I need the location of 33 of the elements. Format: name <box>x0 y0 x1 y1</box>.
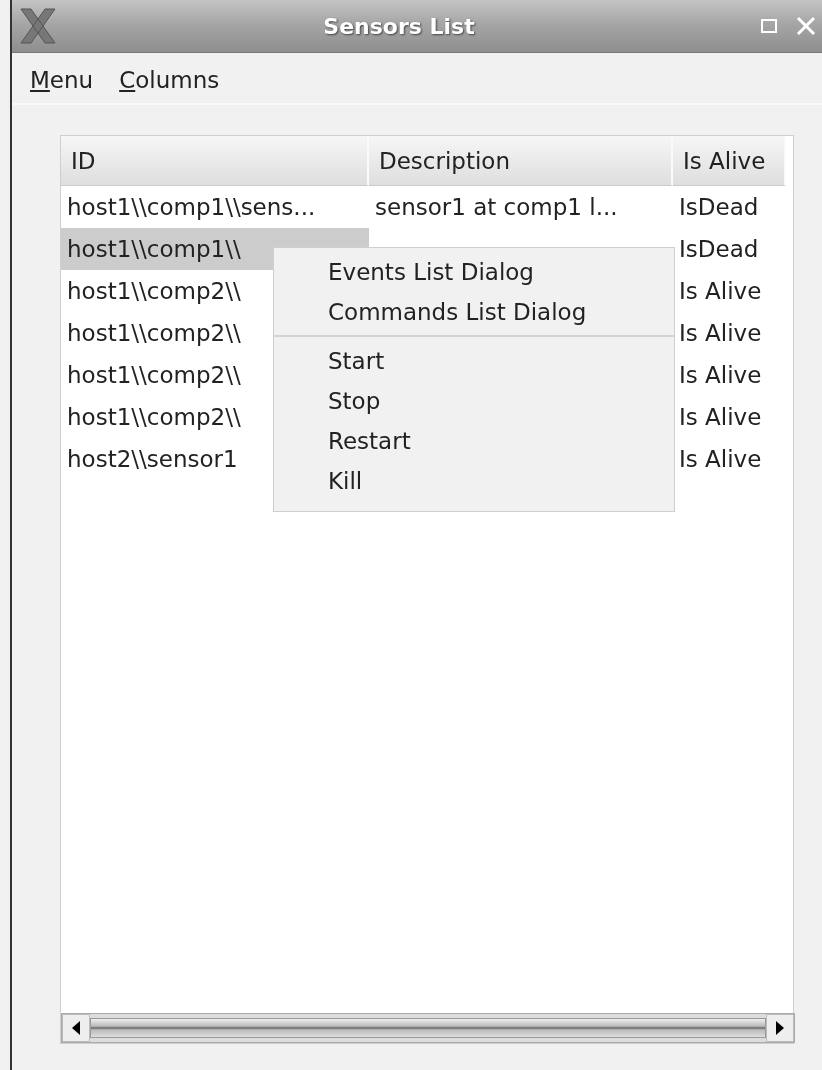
table-cell: Is Alive <box>679 320 762 346</box>
table-cell: Is Alive <box>679 404 762 430</box>
table-cell: host2\\sensor1 <box>67 446 238 472</box>
column-header[interactable]: ID <box>61 136 369 186</box>
table-cell: host1\\comp1\\sens... <box>67 194 316 220</box>
horizontal-scrollbar[interactable] <box>61 1013 795 1043</box>
context-menu-item[interactable]: Restart <box>274 421 674 461</box>
context-menu-item[interactable]: Events List Dialog <box>274 252 674 292</box>
close-icon[interactable] <box>796 16 816 36</box>
menu-item[interactable]: Columns <box>119 67 220 93</box>
table-cell: host1\\comp2\\ <box>67 320 241 346</box>
table-cell: host1\\comp1\\ <box>67 236 241 262</box>
column-header[interactable]: Is Alive <box>673 136 786 186</box>
left-arrow-icon[interactable] <box>71 1021 81 1035</box>
table-cell: Is Alive <box>679 362 762 388</box>
table-cell: Is Alive <box>679 278 762 304</box>
table-cell: host1\\comp2\\ <box>67 278 241 304</box>
table-cell: IsDead <box>679 236 759 262</box>
table-cell: Is Alive <box>679 446 762 472</box>
x-logo-icon <box>18 7 58 45</box>
column-header[interactable]: Description <box>369 136 673 186</box>
table-cell: sensor1 at comp1 l... <box>375 194 618 220</box>
table-cell: host1\\comp2\\ <box>67 362 241 388</box>
context-menu-item[interactable]: Start <box>274 341 674 381</box>
right-arrow-icon[interactable] <box>775 1021 785 1035</box>
table-cell: host1\\comp2\\ <box>67 404 241 430</box>
context-menu-item[interactable]: Stop <box>274 381 674 421</box>
maximize-icon[interactable] <box>760 17 778 35</box>
table-cell: IsDead <box>679 194 759 220</box>
context-menu-item[interactable]: Kill <box>274 461 674 501</box>
menu-item[interactable]: Menu <box>30 67 94 93</box>
window-title: Sensors List <box>322 13 476 39</box>
context-menu-item[interactable]: Commands List Dialog <box>274 292 674 332</box>
